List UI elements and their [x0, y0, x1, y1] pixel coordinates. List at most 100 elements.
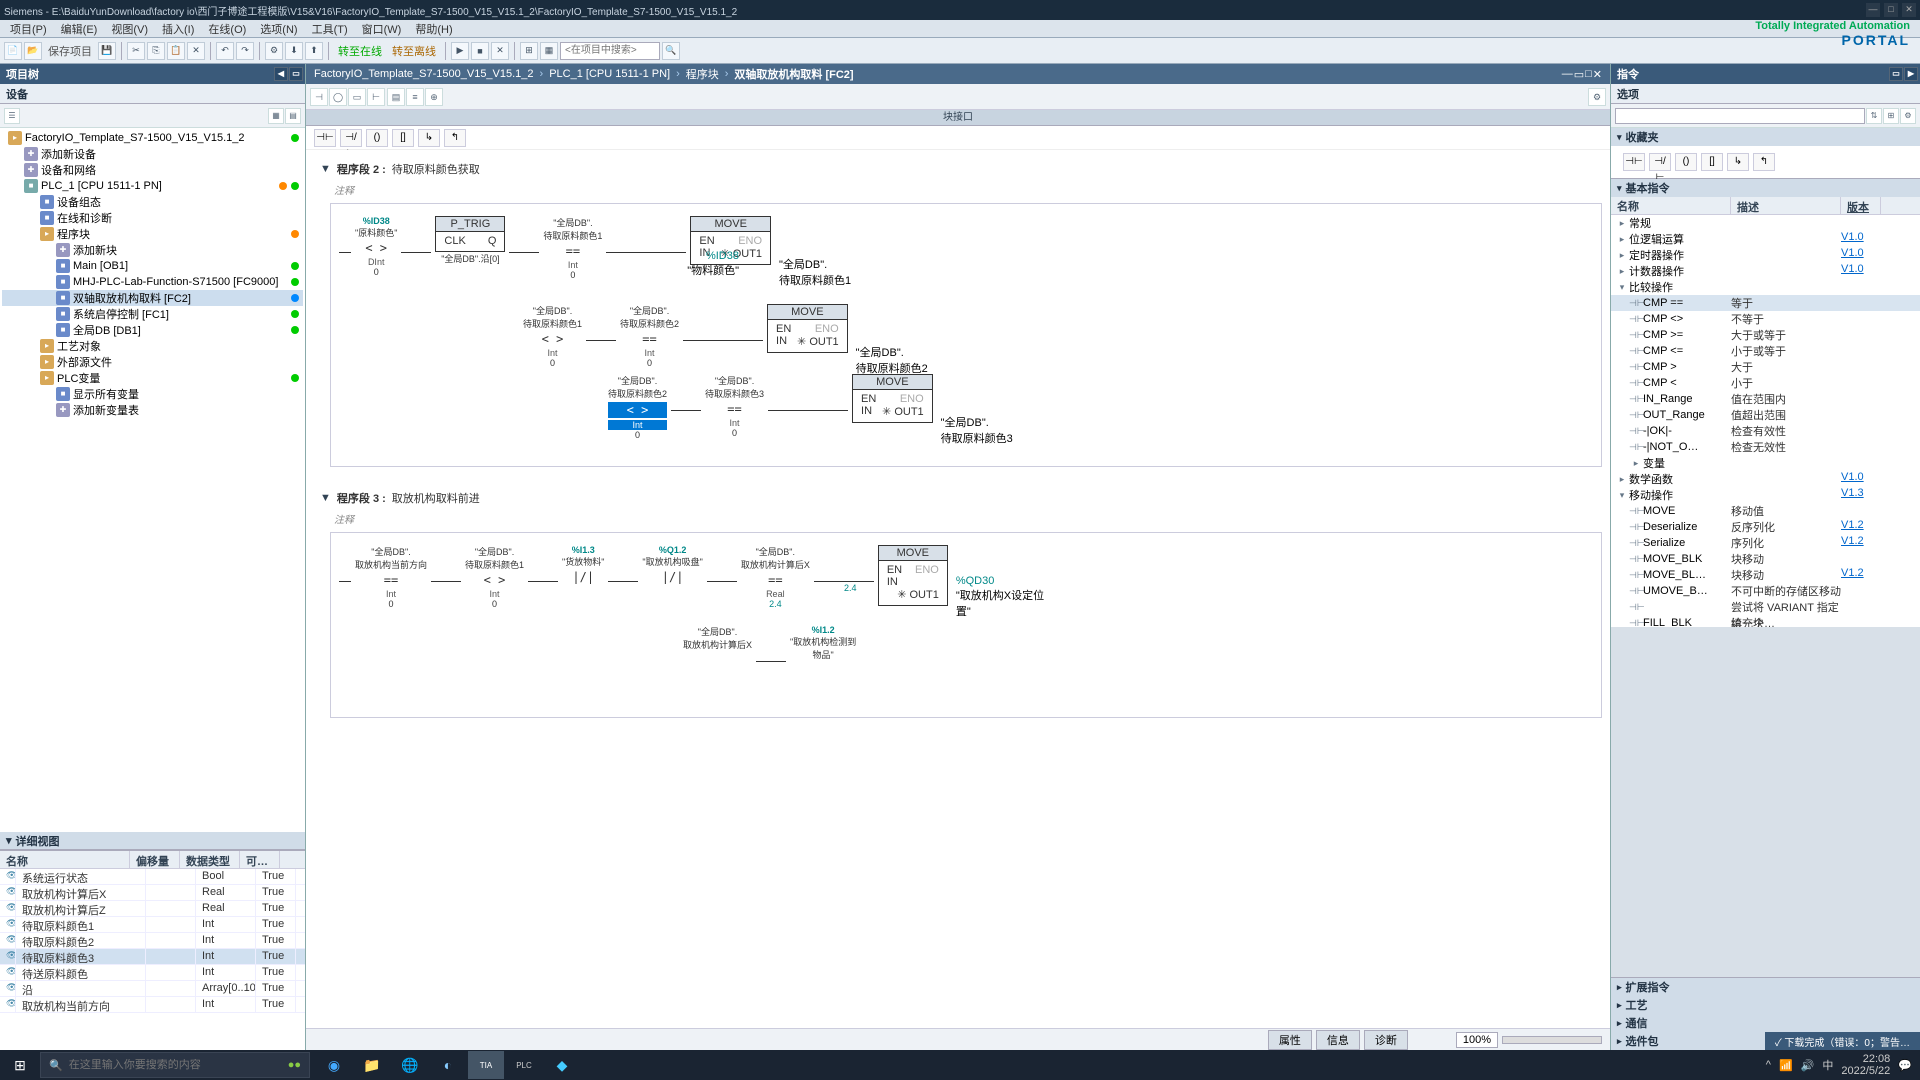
fav-close-icon[interactable]: ↰ — [1753, 153, 1775, 171]
taskbar-search-input[interactable] — [69, 1059, 282, 1071]
app-edge-icon[interactable]: ◉ — [316, 1051, 352, 1079]
tab-properties[interactable]: 属性 — [1268, 1030, 1312, 1050]
et-box-icon[interactable]: ▭ — [348, 88, 366, 106]
instr-item[interactable]: ⊣⊢ CMP <= 小于或等于 — [1611, 343, 1920, 359]
instr-folder[interactable]: ▾ 移动操作 V1.3 — [1611, 487, 1920, 503]
tree-item[interactable]: ■双轴取放机构取料 [FC2] — [2, 290, 303, 306]
go-offline-button[interactable]: 转至离线 — [388, 43, 440, 59]
app-explorer-icon[interactable]: 📁 — [354, 1051, 390, 1079]
instructions-tree[interactable]: 名称 描述 版本 ▸ 常规 ▸ 位逻辑运算 V1.0 ▸ 定时器操作 V1.0 … — [1611, 197, 1920, 627]
detail-row[interactable]: 👁 取放机构计算后Z Real True — [0, 901, 305, 917]
instr-item[interactable]: ⊣⊢ Serialize 序列化 V1.2 — [1611, 535, 1920, 551]
bc-plc[interactable]: PLC_1 [CPU 1511-1 PN] — [549, 68, 670, 80]
tree-item[interactable]: ▸外部源文件 — [2, 354, 303, 370]
instr-item[interactable]: ⊣⊢ IN_Range 值在范围内 — [1611, 391, 1920, 407]
ext-instructions-section[interactable]: ▸扩展指令 — [1611, 978, 1920, 996]
technology-section[interactable]: ▸工艺 — [1611, 996, 1920, 1014]
detail-row[interactable]: 👁 待取原料颜色3 Int True — [0, 949, 305, 965]
x-icon[interactable]: ✕ — [491, 42, 509, 60]
stop-icon[interactable]: ■ — [471, 42, 489, 60]
tree-item[interactable]: ■Main [OB1] — [2, 258, 303, 274]
download-icon[interactable]: ⬇ — [285, 42, 303, 60]
instr-folder[interactable]: ▸ 数学函数 V1.0 — [1611, 471, 1920, 487]
detail-col-offset[interactable]: 偏移量 — [130, 851, 180, 868]
menu-online[interactable]: 在线(O) — [202, 20, 252, 38]
start-button[interactable]: ⊞ — [0, 1050, 40, 1080]
app-tia-icon[interactable]: TIA — [468, 1051, 504, 1079]
instr-item[interactable]: ⊣⊢ MOVE_BLK 块移动 — [1611, 551, 1920, 567]
instr-folder[interactable]: ▸ 变量 — [1611, 455, 1920, 471]
menu-edit[interactable]: 编辑(E) — [55, 20, 104, 38]
instr-filter2-icon[interactable]: ⊞ — [1883, 108, 1899, 124]
tree-filter-icon[interactable]: ☰ — [4, 108, 20, 124]
instr-folder[interactable]: ▸ 计数器操作 V1.0 — [1611, 263, 1920, 279]
fav-coil-icon[interactable]: () — [1675, 153, 1697, 171]
instr-filter3-icon[interactable]: ⚙ — [1900, 108, 1916, 124]
zoom-slider[interactable] — [1502, 1036, 1602, 1044]
instr-item[interactable]: ⊣⊢ UMOVE_B… 不可中断的存储区移动 — [1611, 583, 1920, 599]
lad-compare-d2[interactable]: "全局DB". 待取原料颜色3 == Int 0 — [705, 374, 764, 438]
layout-icon[interactable]: ▦ — [540, 42, 558, 60]
copy-icon[interactable]: ⎘ — [147, 42, 165, 60]
instr-item[interactable]: ⊣⊢ CMP >= 大于或等于 — [1611, 327, 1920, 343]
open-icon[interactable]: 📂 — [24, 42, 42, 60]
new-project-icon[interactable]: 📄 — [4, 42, 22, 60]
network3-collapse-icon[interactable]: ▼ — [320, 492, 331, 504]
fav-branch-icon[interactable]: ↳ — [1727, 153, 1749, 171]
tree-view1-icon[interactable]: ▦ — [268, 108, 284, 124]
detail-row[interactable]: 👁 取放机构计算后X Real True — [0, 885, 305, 901]
instr-item[interactable]: ⊣⊢ CMP > 大于 — [1611, 359, 1920, 375]
tab-info[interactable]: 信息 — [1316, 1030, 1360, 1050]
et-contact-icon[interactable]: ⊣ — [310, 88, 328, 106]
detail-col-type[interactable]: 数据类型 — [180, 851, 240, 868]
bc-blocks[interactable]: 程序块 — [686, 66, 719, 82]
menu-tools[interactable]: 工具(T) — [306, 20, 354, 38]
et-coil-icon[interactable]: ◯ — [329, 88, 347, 106]
search-icon[interactable]: 🔍 — [662, 42, 680, 60]
cut-icon[interactable]: ✂ — [127, 42, 145, 60]
editor-float-icon[interactable]: ▭ — [1574, 68, 1584, 81]
lad3-e5[interactable]: "全局DB". 取放机构计算后X == Real 2.4 — [741, 545, 810, 609]
editor-max-icon[interactable]: □ — [1585, 68, 1592, 81]
sim-icon[interactable]: ▶ — [451, 42, 469, 60]
app-chrome-icon[interactable]: 🌐 — [392, 1051, 428, 1079]
app-generic-icon[interactable]: ◐ — [430, 1051, 466, 1079]
minimize-button[interactable]: — — [1866, 3, 1880, 17]
tray-notifications-icon[interactable]: 💬 — [1898, 1059, 1912, 1072]
instr-folder[interactable]: ▸ 位逻辑运算 V1.0 — [1611, 231, 1920, 247]
go-online-button[interactable]: 转至在线 — [334, 43, 386, 59]
lad3-e7[interactable]: %I1.2 "取放机构检测到 物品" — [790, 625, 856, 661]
lad-compare-c1[interactable]: "全局DB". 待取原料颜色1 < > Int 0 — [523, 304, 582, 368]
redo-icon[interactable]: ↷ — [236, 42, 254, 60]
tree-item[interactable]: ■系统启停控制 [FC1] — [2, 306, 303, 322]
tray-ime-icon[interactable]: 中 — [1822, 1057, 1833, 1073]
zoom-level[interactable]: 100% — [1456, 1032, 1498, 1048]
tree-item[interactable]: ■设备组态 — [2, 194, 303, 210]
lad-move-2[interactable]: MOVE ENENO IN✳ OUT1 — [767, 304, 848, 353]
maximize-button[interactable]: □ — [1884, 3, 1898, 17]
instr-item[interactable]: ⊣⊢ CMP <> 不等于 — [1611, 311, 1920, 327]
tree-item[interactable]: ■PLC_1 [CPU 1511-1 PN] — [2, 178, 303, 194]
split-icon[interactable]: ⊞ — [520, 42, 538, 60]
menu-view[interactable]: 视图(V) — [105, 20, 154, 38]
rt-contact-no-icon[interactable]: ⊣⊢ — [314, 129, 336, 147]
lad3-move[interactable]: MOVE ENENO IN ✳ OUT1 — [878, 545, 948, 606]
close-button[interactable]: ✕ — [1902, 3, 1916, 17]
menu-insert[interactable]: 插入(I) — [156, 20, 200, 38]
paste-icon[interactable]: 📋 — [167, 42, 185, 60]
communication-section[interactable]: ▸通信 — [1611, 1014, 1920, 1032]
project-tree[interactable]: ▸FactoryIO_Template_S7-1500_V15_V15.1_2✚… — [0, 128, 305, 832]
tree-item[interactable]: ✚添加新变量表 — [2, 402, 303, 418]
ladder-editor-canvas[interactable]: ▼ 程序段 2 : 待取原料颜色获取 注释 %ID38 "原料颜色" < > D… — [306, 150, 1610, 1028]
editor-close-icon[interactable]: ✕ — [1593, 68, 1602, 81]
rt-coil-icon[interactable]: () — [366, 129, 388, 147]
instr-search-input[interactable] — [1615, 108, 1865, 124]
et-zoom-icon[interactable]: ⊕ — [425, 88, 443, 106]
menu-help[interactable]: 帮助(H) — [409, 20, 458, 38]
collapse-left-icon[interactable]: ◀ — [274, 67, 288, 81]
rt-branch-open-icon[interactable]: ↳ — [418, 129, 440, 147]
instr-filter1-icon[interactable]: ⇅ — [1866, 108, 1882, 124]
right-pin-icon[interactable]: ▭ — [1889, 67, 1903, 81]
instr-item[interactable]: ⊣⊢ 尝试将 VARIANT 指定给一个… — [1611, 599, 1920, 615]
menu-project[interactable]: 项目(P) — [4, 20, 53, 38]
